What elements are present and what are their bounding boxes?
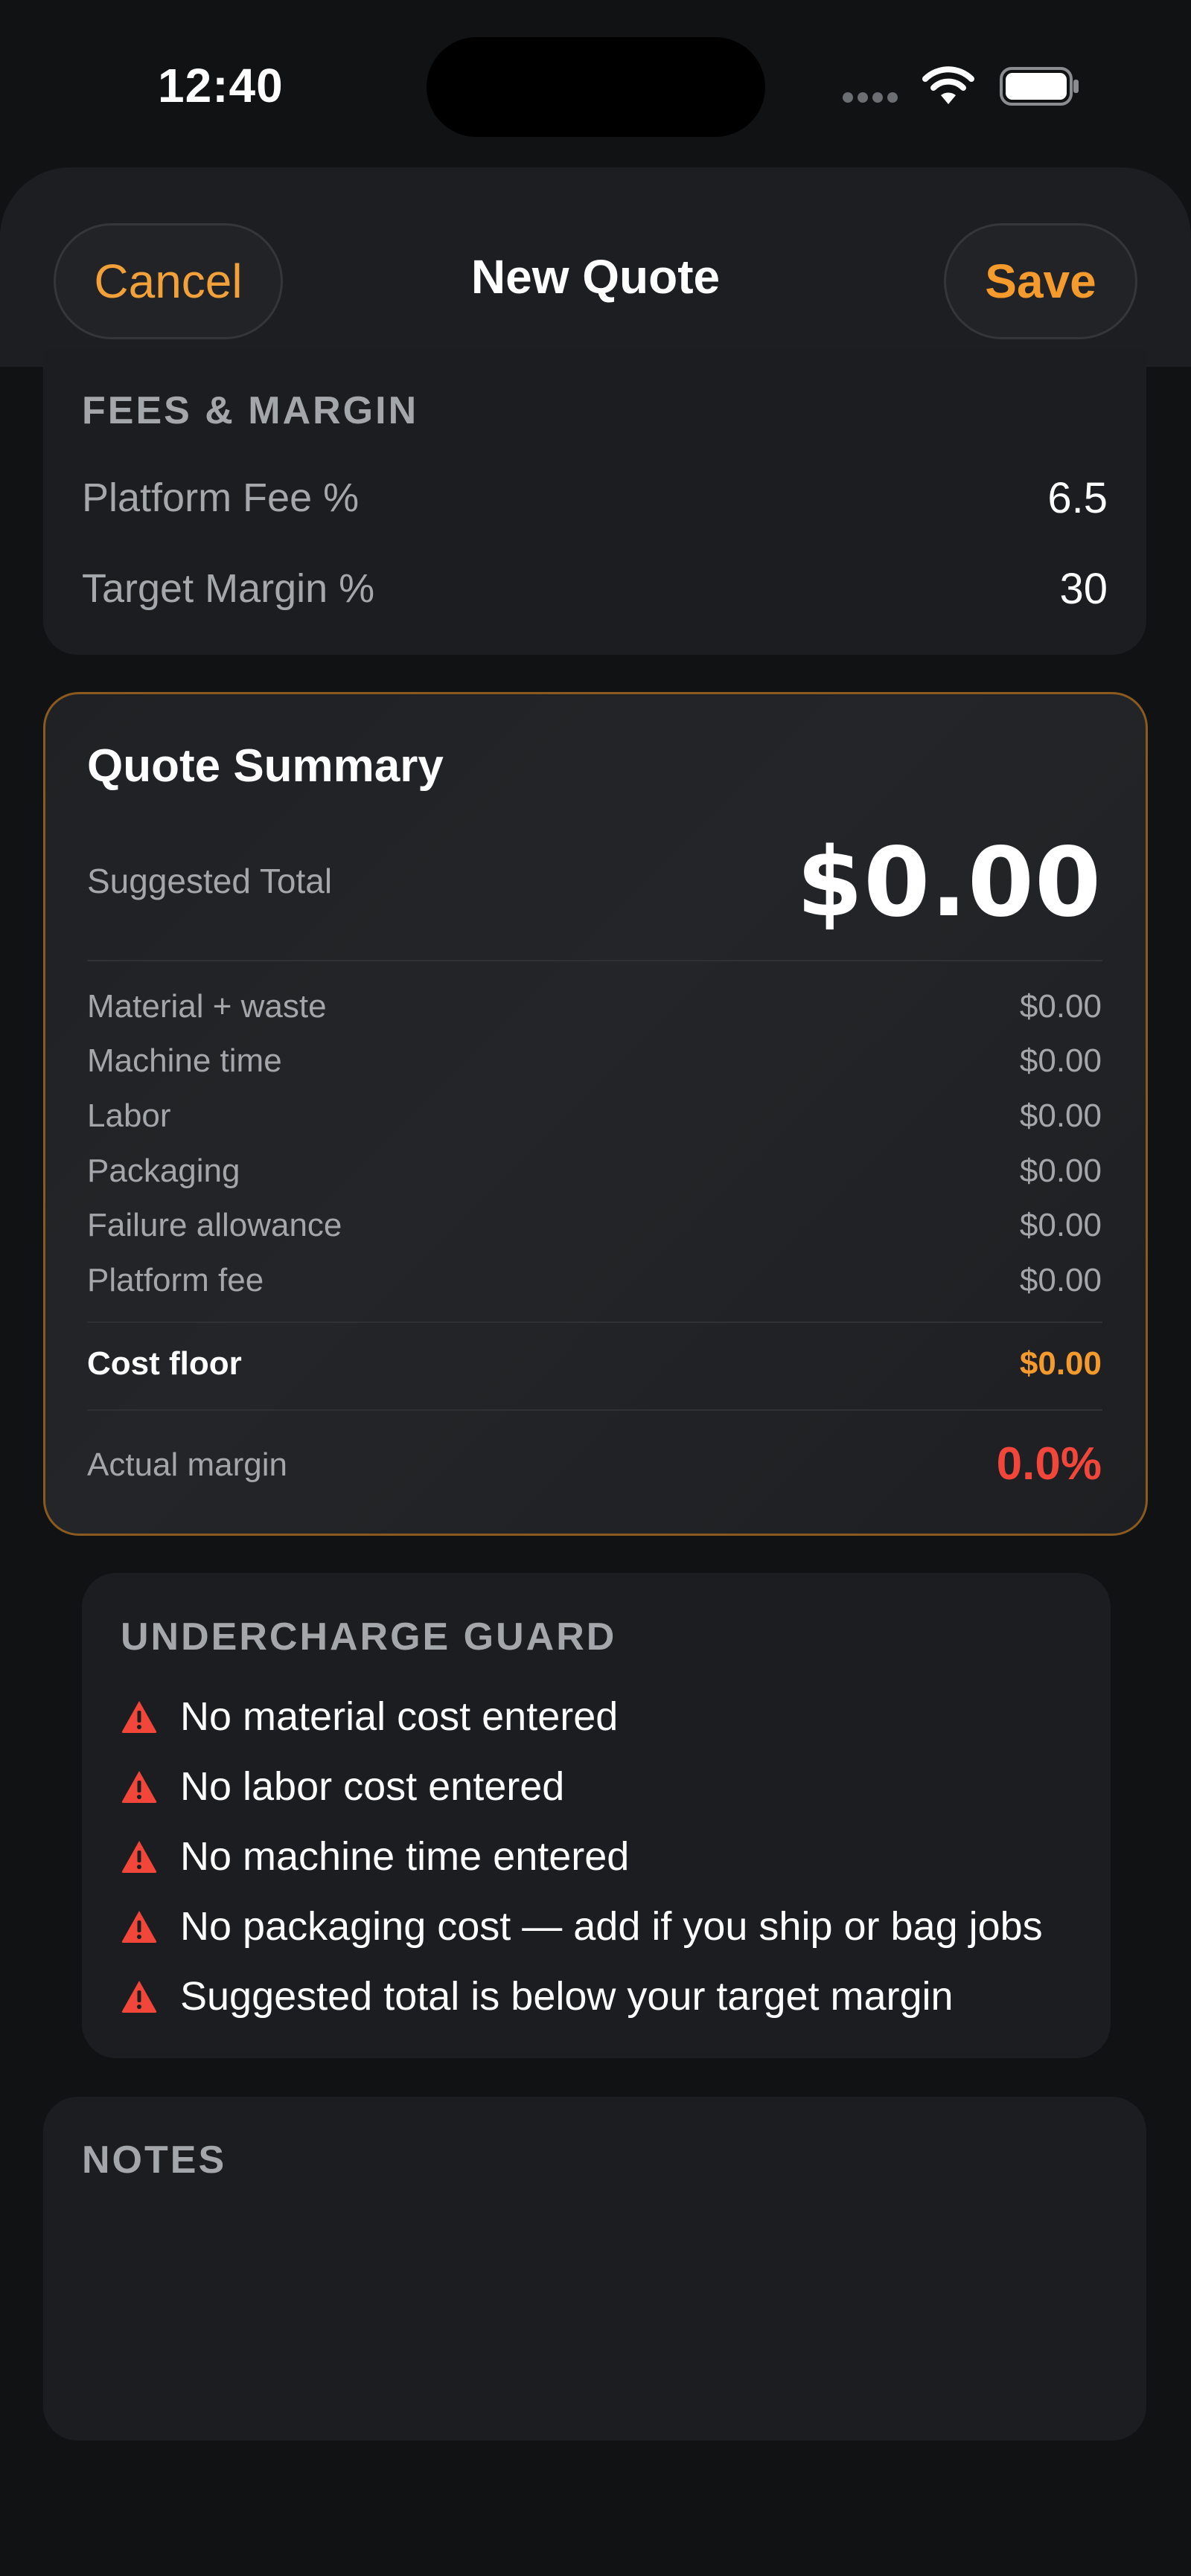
warning-text: No labor cost entered [180,1764,565,1809]
line-label-platform-fee: Platform fee [87,1262,264,1298]
line-label-machine-time: Machine time [87,1042,282,1079]
actual-margin-label: Actual margin [87,1446,288,1483]
warning-item: No material cost entered [121,1691,618,1743]
warning-text: No packaging cost — add if you ship or b… [180,1904,1043,1949]
warning-text: Suggested total is below your target mar… [180,1974,954,2019]
line-label-material: Material + waste [87,988,327,1025]
battery-icon [1000,67,1079,106]
dynamic-island [427,37,765,137]
line-value-packaging: $0.00 [1019,1153,1102,1189]
suggested-total-value: $0.00 [796,827,1102,938]
divider [87,1409,1102,1411]
quote-summary-title: Quote Summary [87,740,444,792]
target-margin-input[interactable]: 30 [1059,564,1108,614]
warning-triangle-icon [121,1701,157,1733]
warning-triangle-icon [121,1911,157,1943]
notes-section-title: NOTES [82,2138,227,2182]
suggested-total-label: Suggested Total [87,862,333,900]
target-margin-label: Target Margin % [82,566,375,611]
warning-triangle-icon [121,1841,157,1873]
line-value-material: $0.00 [1019,988,1102,1025]
line-label-labor: Labor [87,1098,171,1134]
fees-section-title: FEES & MARGIN [82,389,419,432]
cellular-signal-icon [843,92,902,106]
actual-margin-value: 0.0% [996,1438,1102,1490]
warning-item: Suggested total is below your target mar… [121,1970,954,2022]
warning-text: No machine time entered [180,1834,630,1879]
cost-floor-label: Cost floor [87,1345,242,1382]
line-label-failure-allowance: Failure allowance [87,1207,342,1243]
warning-item: No labor cost entered [121,1760,564,1813]
wifi-icon [922,66,974,104]
warning-item: No machine time entered [121,1830,629,1883]
line-label-packaging: Packaging [87,1153,240,1189]
line-value-labor: $0.00 [1019,1098,1102,1134]
warning-text: No material cost entered [180,1694,619,1739]
line-value-failure-allowance: $0.00 [1019,1207,1102,1243]
cost-floor-value: $0.00 [1019,1345,1102,1382]
undercharge-guard-title: UNDERCHARGE GUARD [121,1615,617,1659]
save-button[interactable]: Save [944,223,1137,339]
platform-fee-input[interactable]: 6.5 [1047,473,1108,523]
line-value-machine-time: $0.00 [1019,1042,1102,1079]
divider [87,1321,1102,1323]
line-value-platform-fee: $0.00 [1019,1262,1102,1298]
platform-fee-label: Platform Fee % [82,475,360,520]
warning-item: No packaging cost — add if you ship or b… [121,1900,1043,1952]
warning-triangle-icon [121,1981,157,2013]
status-time: 12:40 [158,59,284,112]
warning-triangle-icon [121,1771,157,1803]
divider [87,960,1102,961]
status-bar: 12:40 [0,0,1191,167]
